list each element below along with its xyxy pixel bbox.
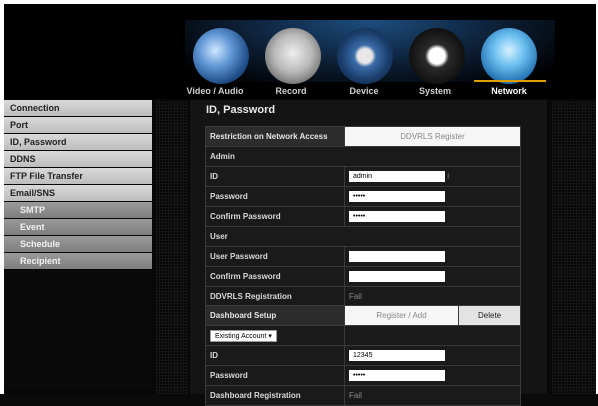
- user-confirm-label: Confirm Password: [205, 266, 345, 287]
- admin-password-input[interactable]: •••••: [349, 191, 445, 202]
- dashboard-password-label: Password: [205, 365, 345, 386]
- sidebar-item-schedule[interactable]: Schedule: [4, 236, 152, 252]
- nav-video-audio[interactable]: Video / Audio: [180, 86, 250, 96]
- sidebar-item-ddns[interactable]: DDNS: [4, 151, 152, 167]
- user-section-label: User: [205, 226, 521, 247]
- nav-device[interactable]: Device: [329, 86, 399, 96]
- sidebar-empty-area: [4, 270, 152, 390]
- hdd-icon[interactable]: [265, 28, 321, 84]
- film-reel-icon[interactable]: [193, 28, 249, 84]
- delete-button[interactable]: Delete: [458, 305, 521, 326]
- dashboard-password-input[interactable]: •••••: [349, 370, 445, 381]
- sidebar-item-port[interactable]: Port: [4, 117, 152, 133]
- dashboard-registration-status: Fail: [344, 385, 521, 406]
- user-password-cell: [344, 246, 521, 267]
- sidebar: Connection Port ID, Password DDNS FTP Fi…: [4, 100, 152, 270]
- admin-confirm-input[interactable]: •••••: [349, 211, 445, 222]
- background-grid-right: [552, 100, 596, 394]
- user-confirm-input[interactable]: [349, 271, 445, 282]
- network-access-table: Restriction on Network Access DDVRLS Reg…: [205, 126, 521, 307]
- admin-id-label: ID: [205, 166, 345, 187]
- ddvrls-registration-label: DDVRLS Registration: [205, 286, 345, 307]
- dashboard-registration-label: Dashboard Registration: [205, 385, 345, 406]
- system-swirl-icon[interactable]: [409, 28, 465, 84]
- dashboard-id-label: ID: [205, 345, 345, 366]
- background-grid-left: [156, 100, 188, 394]
- register-add-button[interactable]: Register / Add: [343, 305, 460, 326]
- admin-section-label: Admin: [205, 146, 521, 167]
- admin-id-cell: admin i: [344, 166, 521, 187]
- sidebar-item-ftp[interactable]: FTP File Transfer: [4, 168, 152, 184]
- nav-icon-strip: [185, 20, 555, 84]
- ddvrls-register-button[interactable]: DDVRLS Register: [344, 126, 521, 147]
- restriction-header: Restriction on Network Access: [205, 126, 345, 147]
- nav-record[interactable]: Record: [256, 86, 326, 96]
- active-tab-indicator: [474, 80, 546, 82]
- admin-password-label: Password: [205, 186, 345, 207]
- dashboard-setup-table: Dashboard Setup Register / Add Delete Ex…: [205, 305, 521, 406]
- network-icon[interactable]: [481, 28, 537, 84]
- ddvrls-registration-status: Fail: [344, 286, 521, 307]
- sidebar-item-smtp[interactable]: SMTP: [4, 202, 152, 218]
- sidebar-item-email-sns[interactable]: Email/SNS: [4, 185, 152, 201]
- dashboard-id-cell: 12345: [344, 345, 521, 366]
- chevron-down-icon: ▾: [268, 332, 272, 340]
- admin-id-input[interactable]: admin: [349, 171, 445, 182]
- account-select-value: Existing Account: [215, 332, 267, 340]
- user-password-label: User Password: [205, 246, 345, 267]
- admin-password-cell: •••••: [344, 186, 521, 207]
- user-password-input[interactable]: [349, 251, 445, 262]
- user-confirm-cell: [344, 266, 521, 287]
- nav-system[interactable]: System: [400, 86, 470, 96]
- dashboard-id-input[interactable]: 12345: [349, 350, 445, 361]
- account-select-cell: Existing Account ▾: [205, 325, 345, 346]
- account-select-spacer: [344, 325, 521, 346]
- page-title: ID, Password: [206, 104, 276, 116]
- nav-network[interactable]: Network: [474, 86, 544, 96]
- dashboard-password-cell: •••••: [344, 365, 521, 386]
- camera-lens-icon[interactable]: [337, 28, 393, 84]
- sidebar-item-event[interactable]: Event: [4, 219, 152, 235]
- sidebar-item-connection[interactable]: Connection: [4, 100, 152, 116]
- admin-id-note: i: [447, 171, 450, 181]
- admin-confirm-label: Confirm Password: [205, 206, 345, 227]
- sidebar-item-recipient[interactable]: Recipient: [4, 253, 152, 269]
- account-select[interactable]: Existing Account ▾: [210, 329, 277, 342]
- sidebar-item-id-password[interactable]: ID, Password: [4, 134, 152, 150]
- dashboard-header: Dashboard Setup: [205, 305, 345, 326]
- admin-confirm-cell: •••••: [344, 206, 521, 227]
